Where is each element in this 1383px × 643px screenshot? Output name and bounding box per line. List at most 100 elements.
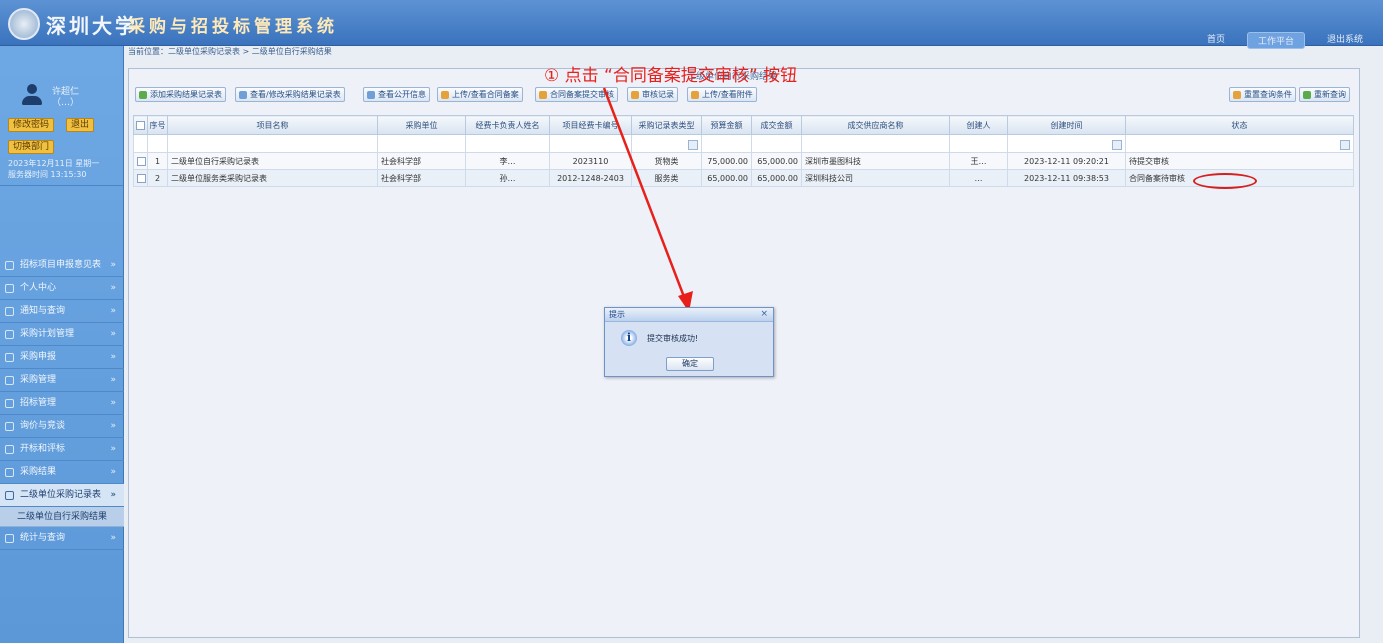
chevron-right-icon: » (110, 533, 116, 543)
row-checkbox[interactable] (137, 173, 146, 183)
dialog-message: 提交审核成功! (647, 334, 699, 343)
column-header[interactable]: 项目经费卡编号 (549, 115, 632, 135)
column-header[interactable]: 经费卡负责人姓名 (465, 115, 550, 135)
folder-icon (5, 376, 14, 385)
header-checkbox[interactable] (133, 115, 148, 135)
chevron-right-icon: » (110, 260, 116, 270)
logout-button[interactable]: 退出 (66, 118, 95, 132)
nav-exit[interactable]: 退出系统 (1327, 32, 1363, 49)
date-display: 2023年12月11日 星期一 服务器时间 13:15:30 (8, 159, 100, 179)
alert-dialog: 提示 × i 提交审核成功! 确定 (604, 307, 774, 377)
dropdown-icon[interactable] (688, 139, 698, 150)
dialog-title: 提示 (605, 308, 773, 322)
document-icon (5, 353, 14, 362)
folder-icon (5, 399, 14, 408)
submenu-item-self-purchase-result[interactable]: 二级单位自行采购结果 (0, 507, 124, 527)
ok-button[interactable]: 确定 (666, 357, 714, 371)
menu-item-bid-opening[interactable]: 开标和评标» (0, 438, 124, 461)
nav-home[interactable]: 首页 (1207, 32, 1225, 49)
filter-cell[interactable] (167, 134, 378, 153)
filter-cell[interactable] (631, 134, 702, 153)
chevron-right-icon: » (110, 283, 116, 293)
menu-item-statistics[interactable]: 统计与查询» (0, 527, 124, 550)
list-icon (631, 91, 639, 99)
switch-department-button[interactable]: 切换部门 (8, 140, 55, 154)
chevron-right-icon: » (110, 467, 116, 477)
menu-item-purchase-apply[interactable]: 采购申报» (0, 346, 124, 369)
submit-icon (539, 91, 547, 99)
table-row[interactable]: 2 二级单位服务类采购记录表 社会科学部 孙… 2012-1248-2403 服… (133, 169, 1354, 187)
refresh-query-button[interactable]: 重新查询 (1299, 87, 1350, 102)
reset-query-button[interactable]: 重置查询条件 (1229, 87, 1296, 102)
upload-attachment-button[interactable]: 上传/查看附件 (687, 87, 757, 102)
column-header[interactable]: 创建人 (949, 115, 1008, 135)
document-icon (5, 468, 14, 477)
pencil-icon (5, 491, 14, 500)
column-header[interactable]: 采购单位 (377, 115, 466, 135)
breadcrumb: 当前位置：二级单位采购记录表 > 二级单位自行采购结果 (128, 47, 332, 56)
menu-item-purchase-manage[interactable]: 采购管理» (0, 369, 124, 392)
info-icon: i (621, 330, 637, 346)
filter-cell[interactable] (1007, 134, 1126, 153)
chevron-right-icon: » (110, 306, 116, 316)
annotation-text: ① 点击 “合同备案提交审核” 按钮 (544, 66, 798, 86)
column-header: 序号 (147, 115, 168, 135)
chevron-right-icon: » (110, 329, 116, 339)
filter-cell[interactable] (1125, 134, 1354, 153)
filter-cell[interactable] (465, 134, 550, 153)
upload-contract-button[interactable]: 上传/查看合同备案 (437, 87, 523, 102)
menu-item-bid-manage[interactable]: 招标管理» (0, 392, 124, 415)
select-all-checkbox[interactable] (136, 120, 145, 130)
column-header[interactable]: 创建时间 (1007, 115, 1126, 135)
status-highlight-circle (1193, 173, 1257, 189)
university-name: 深圳大学 (46, 14, 138, 38)
column-header[interactable]: 成交金额 (751, 115, 802, 135)
review-record-button[interactable]: 审核记录 (627, 87, 678, 102)
menu-item-secondary-record[interactable]: 二级单位采购记录表» (0, 484, 124, 507)
close-icon[interactable]: × (760, 309, 768, 319)
view-public-info-button[interactable]: 查看公开信息 (363, 87, 430, 102)
edit-icon (367, 91, 375, 99)
search-icon (5, 307, 14, 316)
calendar-icon[interactable] (1112, 139, 1122, 150)
sidebar-menu: 招标项目申报意见表» 个人中心» 通知与查询» 采购计划管理» 采购申报» 采购… (0, 254, 124, 550)
column-header[interactable]: 状态 (1125, 115, 1354, 135)
edit-icon (239, 91, 247, 99)
menu-item-purchase-plan[interactable]: 采购计划管理» (0, 323, 124, 346)
user-icon (5, 284, 14, 293)
table-row[interactable]: 1 二级单位自行采购记录表 社会科学部 李… 2023110 货物类 75,00… (133, 152, 1354, 170)
row-checkbox[interactable] (137, 156, 146, 166)
chevron-right-icon: » (110, 421, 116, 431)
plus-icon (139, 91, 147, 99)
filter-cell[interactable] (377, 134, 466, 153)
header-nav: 首页 工作平台 退出系统 (1207, 32, 1363, 49)
menu-item-notice-query[interactable]: 通知与查询» (0, 300, 124, 323)
filter-cell[interactable] (949, 134, 1008, 153)
view-edit-record-button[interactable]: 查看/修改采购结果记录表 (235, 87, 345, 102)
table-header-row: 序号 项目名称 采购单位 经费卡负责人姓名 项目经费卡编号 采购记录表类型 预算… (133, 115, 1354, 135)
menu-item-inquiry[interactable]: 询价与竞谈» (0, 415, 124, 438)
result-table: 序号 项目名称 采购单位 经费卡负责人姓名 项目经费卡编号 采购记录表类型 预算… (133, 115, 1354, 187)
chevron-right-icon: » (110, 398, 116, 408)
column-header[interactable]: 预算金额 (701, 115, 752, 135)
menu-item-purchase-result[interactable]: 采购结果» (0, 461, 124, 484)
filter-cell[interactable] (549, 134, 632, 153)
column-header[interactable]: 成交供应商名称 (801, 115, 950, 135)
gavel-icon (5, 445, 14, 454)
nav-workbench[interactable]: 工作平台 (1246, 32, 1305, 49)
upload-icon (441, 91, 449, 99)
change-password-button[interactable]: 修改密码 (8, 118, 55, 132)
filter-cell[interactable] (701, 134, 752, 153)
user-avatar-icon (22, 84, 42, 106)
column-header[interactable]: 项目名称 (167, 115, 378, 135)
menu-item-bid-opinion[interactable]: 招标项目申报意见表» (0, 254, 124, 277)
submit-contract-review-button[interactable]: 合同备案提交审核 (535, 87, 618, 102)
menu-item-personal-center[interactable]: 个人中心» (0, 277, 124, 300)
column-header[interactable]: 采购记录表类型 (631, 115, 702, 135)
dropdown-icon[interactable] (1340, 139, 1350, 150)
filter-cell[interactable] (751, 134, 802, 153)
chart-icon (5, 534, 14, 543)
add-record-button[interactable]: 添加采购结果记录表 (135, 87, 226, 102)
filter-cell[interactable] (801, 134, 950, 153)
search-icon (5, 261, 14, 270)
